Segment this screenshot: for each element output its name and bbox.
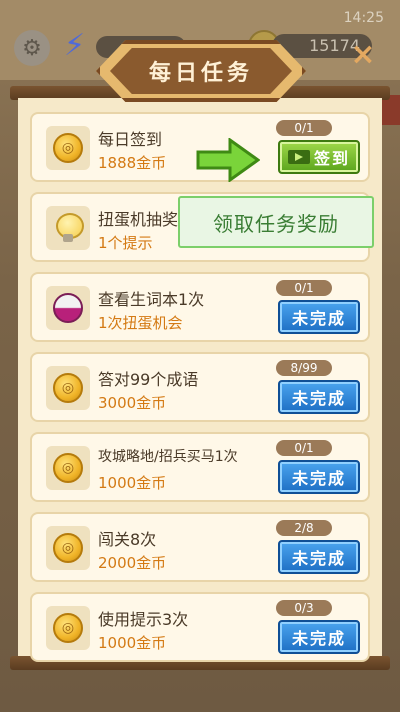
- arrow-right-icon: [196, 138, 260, 182]
- coin-icon: ◎: [53, 373, 83, 403]
- gear-icon[interactable]: ⚙: [14, 30, 50, 66]
- close-button[interactable]: ×: [348, 40, 378, 70]
- task-reward: 3000金币: [98, 394, 167, 412]
- task-progress: 8/99: [276, 360, 332, 376]
- task-card-levels: ◎ 闯关8次 2000金币 2/8 未完成: [30, 512, 370, 582]
- energy-icon: ⚡: [64, 28, 86, 63]
- task-reward: 1888金币: [98, 154, 167, 172]
- task-icon-box: ◎: [46, 126, 90, 170]
- task-icon-box: [46, 206, 90, 250]
- task-progress: 2/8: [276, 520, 332, 536]
- coin-icon: ◎: [53, 613, 83, 643]
- checkin-button[interactable]: 签到: [278, 140, 360, 174]
- task-name: 攻城略地/招兵买马1次: [98, 449, 238, 465]
- task-reward: 1个提示: [98, 234, 153, 252]
- incomplete-button[interactable]: 未完成: [278, 380, 360, 414]
- bulb-icon: [56, 213, 84, 243]
- task-card-answer-idioms: ◎ 答对99个成语 3000金币 8/99 未完成: [30, 352, 370, 422]
- task-progress: 0/1: [276, 120, 332, 136]
- panel-title: 每日任务: [148, 61, 253, 86]
- incomplete-button[interactable]: 未完成: [278, 460, 360, 494]
- task-icon-box: ◎: [46, 446, 90, 490]
- capsule-icon: [53, 293, 83, 323]
- status-time: 14:25: [343, 10, 384, 26]
- incomplete-button[interactable]: 未完成: [278, 540, 360, 574]
- task-reward: 1000金币: [98, 474, 167, 492]
- claim-reward-tooltip: 领取任务奖励: [178, 196, 374, 248]
- title-banner: 每日任务: [110, 48, 292, 94]
- task-icon-box: ◎: [46, 606, 90, 650]
- incomplete-button[interactable]: 未完成: [278, 300, 360, 334]
- task-name: 扭蛋机抽奖: [98, 210, 179, 229]
- task-name: 使用提示3次: [98, 610, 189, 629]
- coin-icon: ◎: [53, 133, 83, 163]
- task-progress: 0/1: [276, 280, 332, 296]
- coin-icon: ◎: [53, 453, 83, 483]
- task-reward: 1000金币: [98, 634, 167, 652]
- task-card-conquer: ◎ 攻城略地/招兵买马1次 1000金币 0/1 未完成: [30, 432, 370, 502]
- task-name: 闯关8次: [98, 530, 157, 549]
- task-name: 每日签到: [98, 130, 163, 149]
- incomplete-button[interactable]: 未完成: [278, 620, 360, 654]
- task-progress: 0/1: [276, 440, 332, 456]
- task-name: 查看生词本1次: [98, 290, 205, 309]
- task-icon-box: [46, 286, 90, 330]
- task-reward: 1次扭蛋机会: [98, 314, 183, 332]
- task-name: 答对99个成语: [98, 370, 199, 389]
- coin-icon: ◎: [53, 533, 83, 563]
- task-progress: 0/3: [276, 600, 332, 616]
- task-icon-box: ◎: [46, 366, 90, 410]
- task-card-use-hints: ◎ 使用提示3次 1000金币 0/3 未完成: [30, 592, 370, 662]
- task-reward: 2000金币: [98, 554, 167, 572]
- task-icon-box: ◎: [46, 526, 90, 570]
- checkin-button-label: 签到: [313, 149, 350, 168]
- video-icon: [287, 150, 310, 164]
- task-card-wordbook: 查看生词本1次 1次扭蛋机会 0/1 未完成: [30, 272, 370, 342]
